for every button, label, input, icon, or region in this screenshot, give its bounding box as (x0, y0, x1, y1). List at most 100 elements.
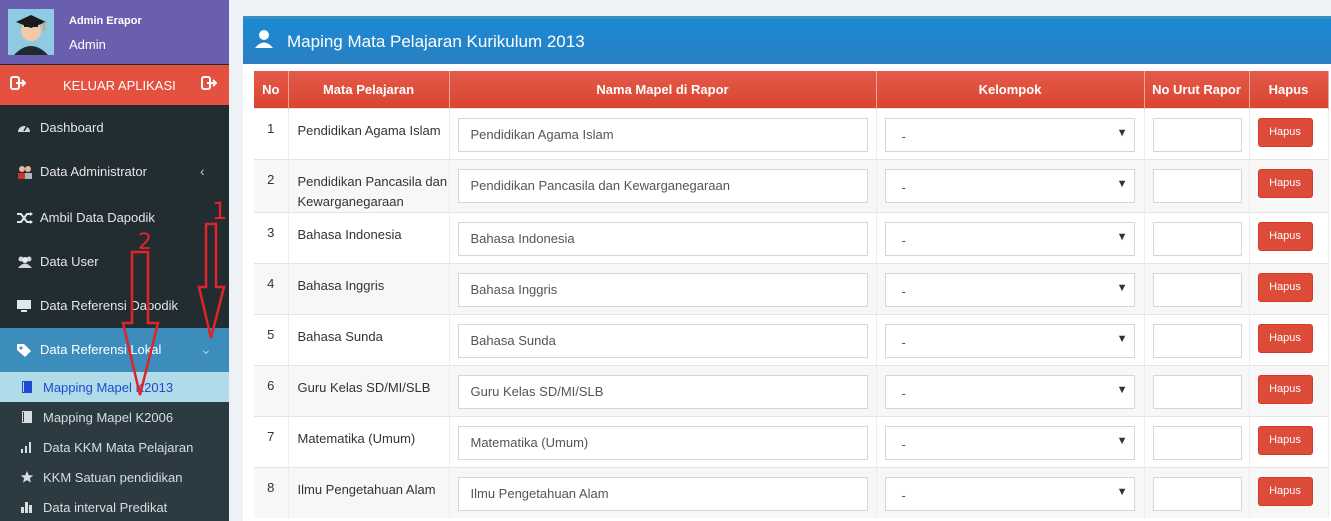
caret-down-icon: ▼ (1116, 230, 1128, 243)
no-urut-cell (1144, 211, 1250, 263)
caret-down-icon: ▼ (1116, 177, 1128, 190)
user-role: Admin (69, 37, 106, 52)
row-number: 4 (254, 262, 289, 314)
submenu-item-label: KKM Satuan pendidikan (43, 470, 183, 485)
kelompok-cell: - ▼ (876, 107, 1145, 159)
submenu-item-label: Data interval Predikat (43, 500, 168, 515)
logout-button[interactable]: KELUAR APLIKASI (0, 65, 229, 105)
no-urut-input[interactable] (1152, 168, 1242, 203)
kelompok-select[interactable]: - ▼ (884, 272, 1135, 307)
kelompok-cell: - ▼ (876, 262, 1145, 314)
shuffle-icon (16, 210, 34, 226)
hapus-button[interactable]: Hapus (1257, 476, 1313, 506)
column-header-hapus: Hapus (1249, 71, 1329, 108)
dashboard-icon (16, 120, 34, 136)
nama-mapel-input[interactable]: Matematika (Umum) (457, 425, 868, 460)
kelompok-cell: - ▼ (876, 466, 1145, 518)
nama-mapel-input[interactable]: Pendidikan Pancasila dan Kewarganegaraan (457, 168, 868, 203)
mata-pelajaran-cell: Pendidikan Pancasila dan Kewarganegaraan (288, 158, 450, 212)
book-icon (20, 410, 35, 424)
row-number: 2 (254, 158, 289, 212)
table-row: 6 Guru Kelas SD/MI/SLB Guru Kelas SD/MI/SL… (254, 364, 1329, 416)
kelompok-select[interactable]: - ▼ (884, 221, 1135, 256)
mata-pelajaran-cell: Guru Kelas SD/MI/SLB (288, 364, 450, 416)
hapus-button[interactable]: Hapus (1257, 117, 1313, 147)
hapus-button[interactable]: Hapus (1257, 374, 1313, 404)
table-row: 3 Bahasa Indonesia Bahasa Indonesia - ▼ Hapus (254, 211, 1329, 263)
no-urut-input[interactable] (1152, 272, 1242, 307)
submenu-item-mapping-mapel-k2013[interactable]: Mapping Mapel K2013 (0, 372, 229, 402)
row-number: 1 (254, 107, 289, 159)
nama-mapel-input[interactable]: Bahasa Indonesia (457, 221, 868, 256)
sidebar-item-data-referensi-lokal[interactable]: Data Referensi Lokal ⌄ (0, 328, 229, 372)
table-row: 1 Pendidikan Agama Islam Pendidikan Agama … (254, 107, 1329, 159)
kelompok-selected-value: - (901, 334, 906, 350)
hapus-button[interactable]: Hapus (1257, 425, 1313, 455)
hapus-cell: Hapus (1249, 107, 1329, 159)
kelompok-select[interactable]: - ▼ (884, 168, 1135, 203)
submenu-item-label: Data KKM Mata Pelajaran (43, 440, 194, 455)
nama-mapel-input[interactable]: Bahasa Sunda (457, 323, 868, 358)
submenu-item-mapping-mapel-k2006[interactable]: Mapping Mapel K2006 (0, 402, 229, 432)
panel-title: Maping Mata Pelajaran Kurikulum 2013 (287, 32, 585, 51)
table-row: 4 Bahasa Inggris Bahasa Inggris - ▼ Hapus (254, 262, 1329, 314)
sidebar-item-label: Dashboard (40, 120, 104, 135)
no-urut-input[interactable] (1152, 425, 1242, 460)
nama-mapel-input[interactable]: Guru Kelas SD/MI/SLB (457, 374, 868, 409)
row-number: 5 (254, 313, 289, 365)
kelompok-cell: - ▼ (876, 211, 1145, 263)
no-urut-cell (1144, 415, 1250, 467)
nama-mapel-input[interactable]: Ilmu Pengetahuan Alam (457, 476, 868, 511)
user-group-icon (16, 254, 34, 270)
caret-down-icon: ▼ (1116, 332, 1128, 345)
no-urut-input[interactable] (1152, 374, 1242, 409)
row-number: 3 (254, 211, 289, 263)
user-panel: Admin Erapor Admin (0, 0, 229, 64)
nama-mapel-cell: Matematika (Umum) (449, 415, 877, 467)
bar-chart-icon (20, 500, 35, 514)
hapus-button[interactable]: Hapus (1257, 272, 1313, 302)
caret-down-icon: ▼ (1116, 126, 1128, 139)
table-header-row: No Mata Pelajaran Nama Mapel di Rapor Ke… (254, 71, 1329, 108)
sidebar-item-data-administrator[interactable]: Data Administrator ‹ (0, 150, 229, 194)
kelompok-select[interactable]: - ▼ (884, 117, 1135, 152)
avatar (8, 9, 54, 55)
column-header-no-urut: No Urut Rapor (1144, 71, 1250, 108)
sidebar-item-ambil-data-dapodik[interactable]: Ambil Data Dapodik (0, 196, 229, 240)
no-urut-input[interactable] (1152, 323, 1242, 358)
table-row: 2 Pendidikan Pancasila dan Kewarganegaraa… (254, 158, 1329, 212)
hapus-button[interactable]: Hapus (1257, 221, 1313, 251)
sidebar-item-label: Data User (40, 254, 99, 269)
caret-down-icon: ▼ (1116, 434, 1128, 447)
submenu-item-kkm-satuan-pendidikan[interactable]: KKM Satuan pendidikan (0, 462, 229, 492)
sidebar-item-data-user[interactable]: Data User (0, 240, 229, 284)
hapus-cell: Hapus (1249, 364, 1329, 416)
submenu-item-data-kkm-mata-pelajaran[interactable]: Data KKM Mata Pelajaran (0, 432, 229, 462)
kelompok-select[interactable]: - ▼ (884, 374, 1135, 409)
hapus-cell: Hapus (1249, 211, 1329, 263)
users-icon (16, 164, 34, 180)
sidebar-item-data-referensi-dapodik[interactable]: Data Referensi Dapodik (0, 284, 229, 328)
table-row: 8 Ilmu Pengetahuan Alam Ilmu Pengetahuan A… (254, 466, 1329, 518)
nama-mapel-input[interactable]: Bahasa Inggris (457, 272, 868, 307)
table-row: 7 Matematika (Umum) Matematika (Umum) - ▼ Hap… (254, 415, 1329, 467)
nama-mapel-cell: Guru Kelas SD/MI/SLB (449, 364, 877, 416)
kelompok-select[interactable]: - ▼ (884, 323, 1135, 358)
kelompok-select[interactable]: - ▼ (884, 425, 1135, 460)
mata-pelajaran-cell: Bahasa Sunda (288, 313, 450, 365)
no-urut-input[interactable] (1152, 221, 1242, 256)
kelompok-selected-value: - (901, 179, 906, 195)
nama-mapel-input[interactable]: Pendidikan Agama Islam (457, 117, 868, 152)
column-header-kelompok: Kelompok (876, 71, 1145, 108)
hapus-cell: Hapus (1249, 466, 1329, 518)
submenu-item-data-interval-predikat[interactable]: Data interval Predikat (0, 492, 229, 521)
mata-pelajaran-cell: Matematika (Umum) (288, 415, 450, 467)
no-urut-input[interactable] (1152, 117, 1242, 152)
hapus-button[interactable]: Hapus (1257, 168, 1313, 198)
hapus-cell: Hapus (1249, 262, 1329, 314)
book-icon (20, 380, 35, 394)
no-urut-input[interactable] (1152, 476, 1242, 511)
kelompok-select[interactable]: - ▼ (884, 476, 1135, 511)
sidebar-item-dashboard[interactable]: Dashboard (0, 106, 229, 150)
hapus-button[interactable]: Hapus (1257, 323, 1313, 353)
